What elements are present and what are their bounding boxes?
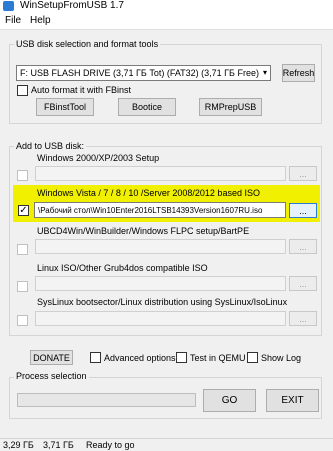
go-button[interactable]: GO — [203, 389, 256, 412]
option-vista-label: Windows Vista / 7 / 8 / 10 /Server 2008/… — [37, 188, 260, 198]
menu-help[interactable]: Help — [30, 15, 51, 26]
option-vista-path[interactable]: \Рабочий стол\Win10Enter2016LTSB14393Ver… — [34, 202, 286, 218]
menu-file[interactable]: File — [5, 15, 21, 26]
drive-select-value: F: USB FLASH DRIVE (3,71 ГБ Tot) (FAT32)… — [20, 68, 259, 78]
option-vista-checkbox[interactable]: ✓ — [18, 205, 29, 216]
option-syslinux-checkbox[interactable] — [17, 315, 28, 326]
option-ubcd-checkbox[interactable] — [17, 244, 28, 255]
drive-select[interactable]: F: USB FLASH DRIVE (3,71 ГБ Tot) (FAT32)… — [16, 65, 271, 81]
option-ubcd-path[interactable] — [35, 239, 286, 254]
add-to-usb-label: Add to USB disk: — [14, 141, 87, 151]
option-linux-path[interactable] — [35, 276, 286, 291]
advanced-options-checkbox[interactable] — [90, 352, 101, 363]
status-total: 3,71 ГБ — [43, 440, 74, 450]
status-bar: 3,29 ГБ 3,71 ГБ Ready to go — [0, 438, 333, 451]
option-vista-browse[interactable]: ... — [289, 203, 317, 218]
show-log-label: Show Log — [261, 353, 302, 363]
option-winxp-path[interactable] — [35, 166, 286, 181]
auto-format-checkbox[interactable] — [17, 85, 28, 96]
donate-button[interactable]: DONATE — [30, 350, 73, 365]
bootice-button[interactable]: Bootice — [118, 98, 176, 116]
rmprepusb-button[interactable]: RMPrepUSB — [199, 98, 262, 116]
status-used: 3,29 ГБ — [3, 440, 34, 450]
option-winxp-label: Windows 2000/XP/2003 Setup — [37, 153, 160, 163]
option-linux-browse[interactable]: ... — [289, 276, 317, 291]
check-icon: ✓ — [19, 204, 28, 216]
status-message: Ready to go — [86, 440, 135, 450]
option-winxp-browse[interactable]: ... — [289, 166, 317, 181]
option-ubcd-browse[interactable]: ... — [289, 239, 317, 254]
option-syslinux-label: SysLinux bootsector/Linux distribution u… — [37, 297, 288, 307]
title-bar: WinSetupFromUSB 1.7 — [0, 0, 333, 13]
refresh-button[interactable]: Refresh — [282, 64, 315, 82]
fbinsttool-button[interactable]: FBinstTool — [36, 98, 94, 116]
progress-bar — [17, 393, 196, 407]
advanced-options-label: Advanced options — [104, 353, 176, 363]
test-qemu-checkbox[interactable] — [176, 352, 187, 363]
option-syslinux-browse[interactable]: ... — [289, 311, 317, 326]
exit-button[interactable]: EXIT — [266, 389, 319, 412]
chevron-down-icon: ▾ — [262, 68, 267, 77]
process-selection-label: Process selection — [14, 371, 89, 381]
menu-bar: File Help — [0, 13, 333, 30]
usb-selection-label: USB disk selection and format tools — [14, 39, 161, 49]
app-icon — [3, 1, 14, 11]
option-syslinux-path[interactable] — [35, 311, 286, 326]
option-ubcd-label: UBCD4Win/WinBuilder/Windows FLPC setup/B… — [37, 226, 250, 236]
auto-format-label: Auto format it with FBinst — [31, 85, 132, 95]
option-linux-checkbox[interactable] — [17, 281, 28, 292]
option-winxp-checkbox[interactable] — [17, 170, 28, 181]
option-linux-label: Linux ISO/Other Grub4dos compatible ISO — [37, 263, 208, 273]
window-title: WinSetupFromUSB 1.7 — [20, 0, 124, 11]
test-qemu-label: Test in QEMU — [190, 353, 246, 363]
show-log-checkbox[interactable] — [247, 352, 258, 363]
